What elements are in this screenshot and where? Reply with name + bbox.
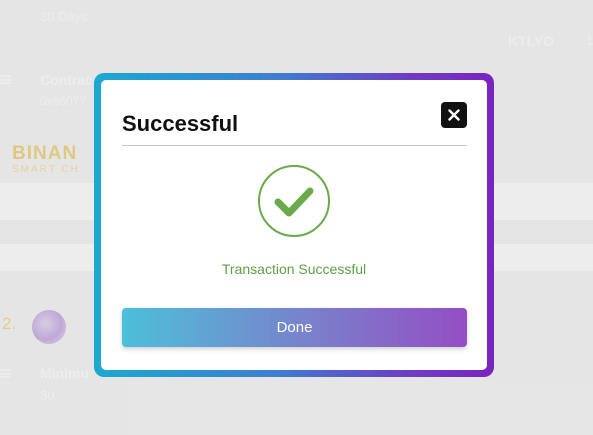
success-modal: Successful Transaction Successful Done <box>101 80 487 370</box>
status-message: Transaction Successful <box>221 261 367 277</box>
modal-title: Successful <box>122 111 239 136</box>
close-button[interactable] <box>441 102 467 128</box>
close-icon <box>448 109 460 121</box>
check-circle-icon <box>258 165 330 237</box>
done-button[interactable]: Done <box>122 308 467 347</box>
success-modal-frame: Successful Transaction Successful Done <box>94 73 494 377</box>
title-divider <box>122 145 467 146</box>
